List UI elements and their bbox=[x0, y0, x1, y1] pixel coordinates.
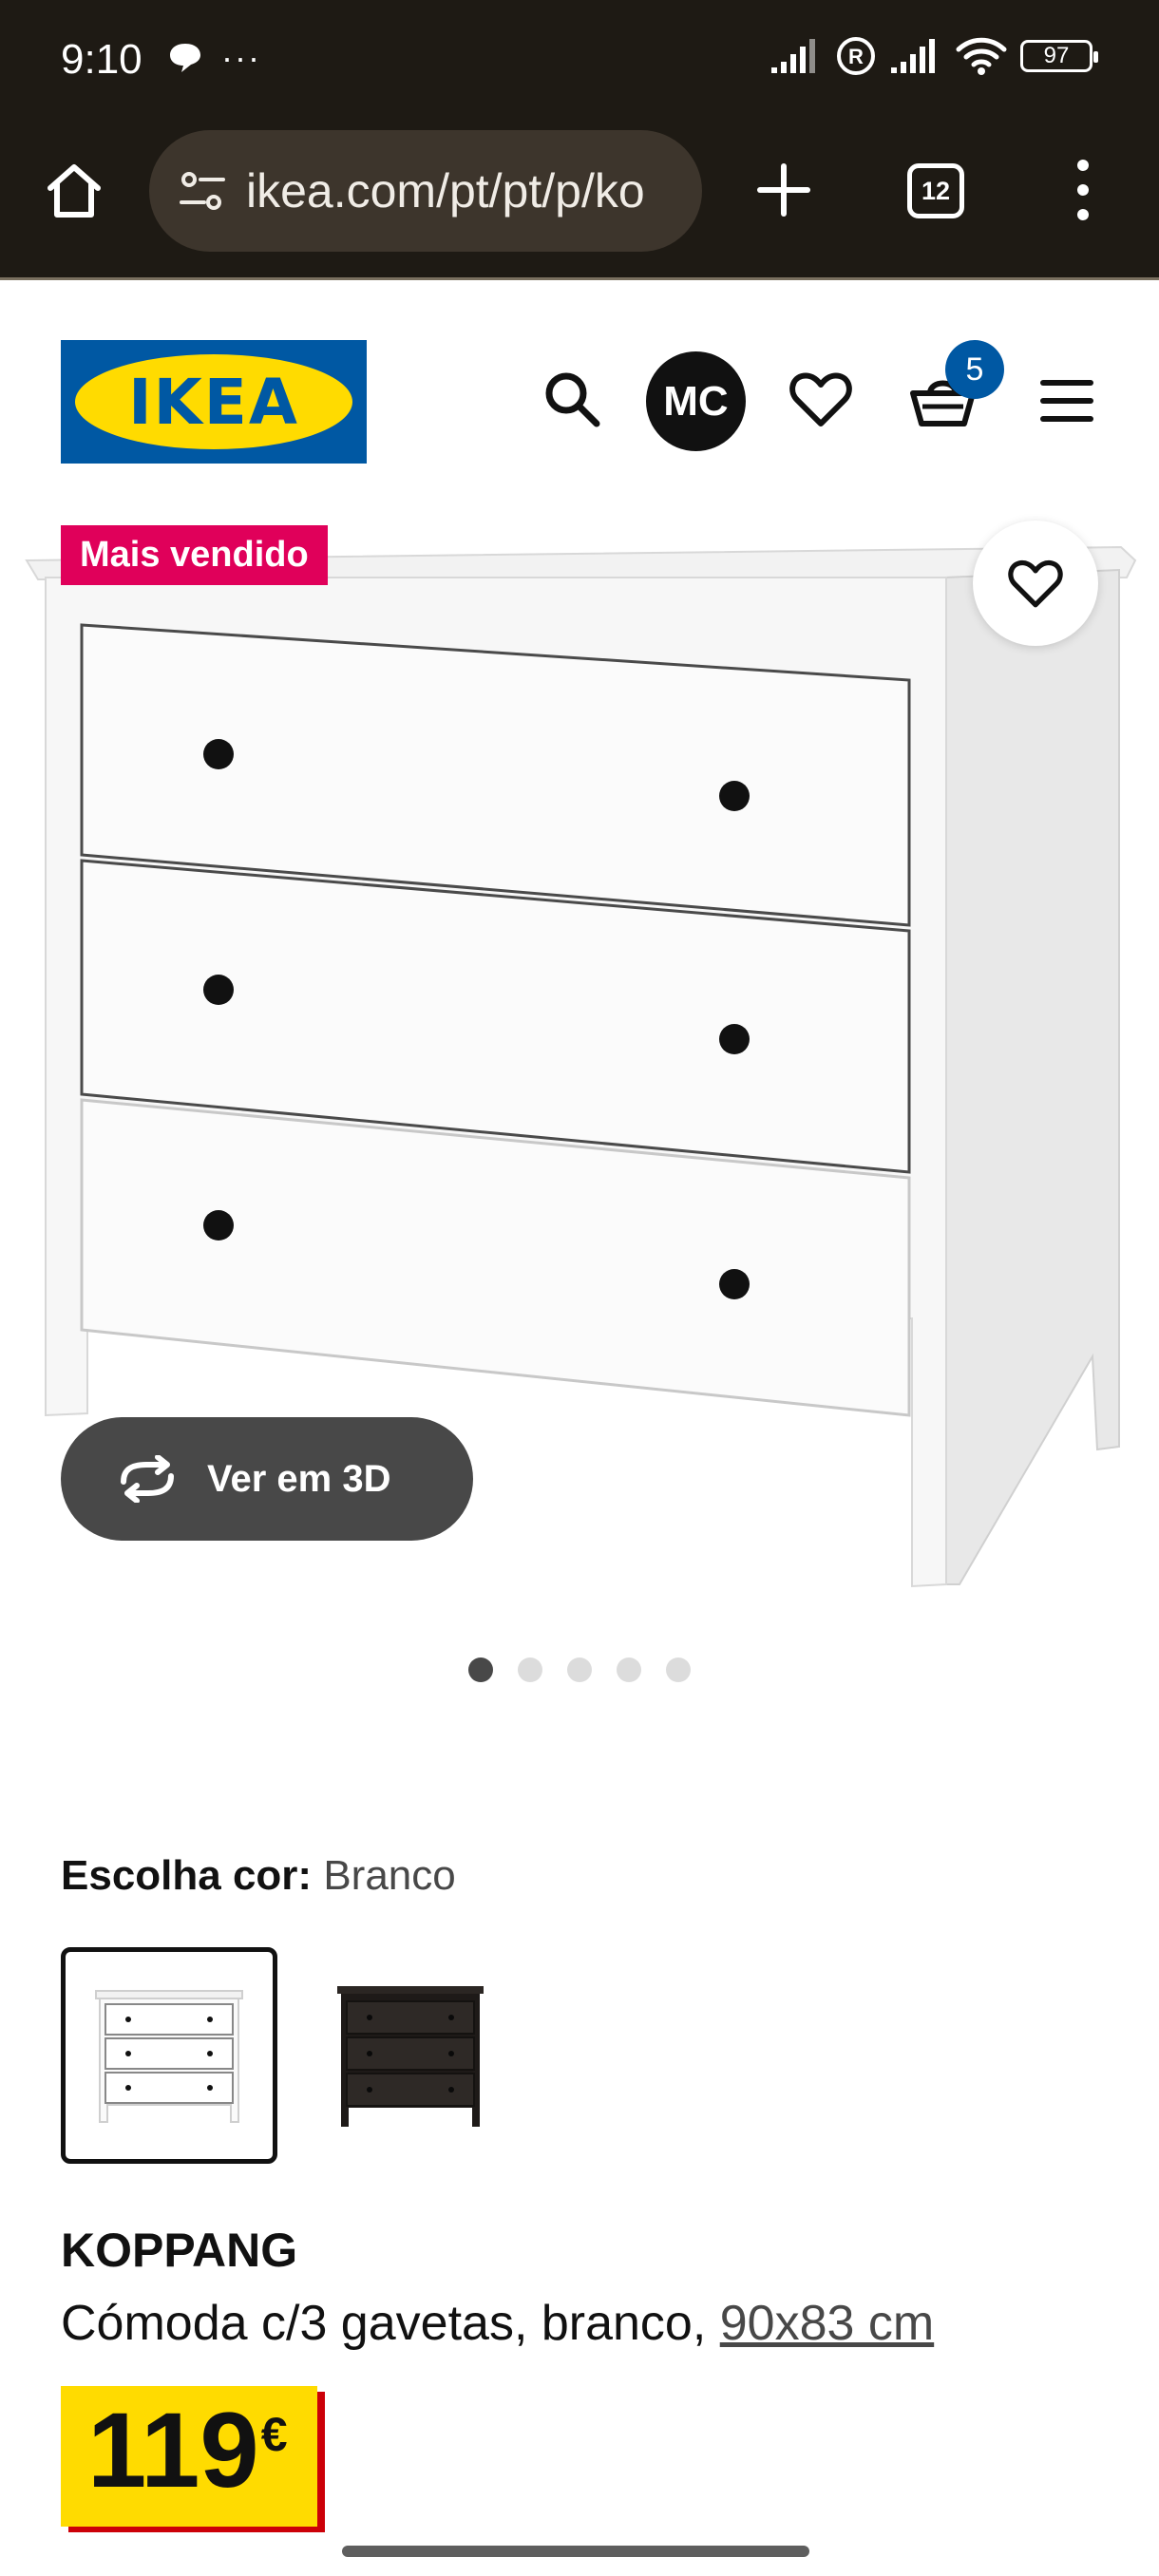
menu-hamburger-icon[interactable] bbox=[1040, 380, 1093, 422]
browser-menu-icon[interactable] bbox=[1064, 152, 1102, 228]
product-name: KOPPANG bbox=[61, 2224, 298, 2277]
roaming-icon: R bbox=[837, 37, 875, 75]
color-option-black-brown[interactable] bbox=[302, 1947, 519, 2164]
carousel-dot[interactable] bbox=[617, 1657, 641, 1682]
home-icon bbox=[48, 164, 101, 218]
price-currency: € bbox=[260, 2408, 288, 2461]
status-bar: 9:10 ··· R 97 bbox=[0, 0, 1159, 119]
status-time: 9:10 bbox=[61, 36, 142, 83]
view-in-3d-button[interactable]: Ver em 3D bbox=[61, 1417, 473, 1541]
search-icon[interactable] bbox=[542, 369, 602, 429]
site-header: IKEA MC 5 bbox=[0, 283, 1159, 521]
signal-icon-2 bbox=[891, 39, 935, 73]
favorites-heart-icon[interactable] bbox=[788, 367, 853, 431]
user-avatar[interactable]: MC bbox=[646, 351, 746, 451]
add-to-favorites-button[interactable] bbox=[973, 521, 1098, 646]
tab-count: 12 bbox=[921, 176, 951, 205]
more-notifications-icon: ··· bbox=[221, 38, 261, 77]
image-carousel-dots[interactable] bbox=[0, 1657, 1159, 1682]
black-dresser-thumbnail bbox=[337, 1986, 484, 2127]
carousel-dot[interactable] bbox=[518, 1657, 542, 1682]
status-notification-icons: ··· bbox=[166, 38, 261, 78]
ikea-logo[interactable]: IKEA bbox=[61, 340, 367, 464]
product-description: Cómoda c/3 gavetas, branco, 90x83 cm bbox=[61, 2295, 934, 2352]
address-bar[interactable]: ikea.com/pt/pt/p/ko bbox=[149, 130, 702, 252]
chat-bubble-icon bbox=[170, 44, 200, 72]
carousel-dot[interactable] bbox=[666, 1657, 691, 1682]
avatar-initials: MC bbox=[663, 377, 729, 425]
color-label: Escolha cor: bbox=[61, 1852, 313, 1899]
wifi-icon bbox=[956, 37, 1007, 75]
view-in-3d-label: Ver em 3D bbox=[207, 1457, 391, 1500]
battery-icon: 97 bbox=[1020, 40, 1098, 72]
status-right-icons: R 97 bbox=[770, 36, 1098, 76]
battery-level: 97 bbox=[1043, 43, 1070, 68]
rotate-3d-icon bbox=[121, 1455, 174, 1503]
carousel-dot[interactable] bbox=[468, 1657, 493, 1682]
color-value: Branco bbox=[323, 1852, 456, 1899]
signal-icon bbox=[771, 39, 815, 73]
product-dimensions-link[interactable]: 90x83 cm bbox=[720, 2296, 934, 2351]
heart-icon bbox=[1008, 559, 1063, 608]
tab-switcher-button[interactable]: 12 bbox=[907, 163, 964, 218]
carousel-dot[interactable] bbox=[567, 1657, 592, 1682]
url-text[interactable]: ikea.com/pt/pt/p/ko bbox=[246, 163, 645, 218]
price-value: 119 bbox=[87, 2391, 259, 2510]
browser-toolbar: ikea.com/pt/pt/p/ko 12 bbox=[0, 119, 1159, 280]
product-description-text: Cómoda c/3 gavetas, branco, bbox=[61, 2296, 720, 2351]
svg-text:R: R bbox=[848, 45, 864, 68]
white-dresser-thumbnail bbox=[95, 1990, 243, 2123]
browser-home-button[interactable] bbox=[40, 157, 108, 225]
new-tab-icon[interactable] bbox=[750, 157, 817, 223]
color-option-white[interactable] bbox=[61, 1947, 277, 2164]
price-tag: 119 € bbox=[61, 2386, 317, 2527]
cart-count: 5 bbox=[965, 350, 984, 388]
bestseller-badge: Mais vendido bbox=[61, 525, 328, 585]
color-chooser-label: Escolha cor: Branco bbox=[61, 1852, 456, 1900]
logo-wordmark: IKEA bbox=[128, 365, 299, 439]
site-settings-icon[interactable] bbox=[176, 164, 229, 218]
gesture-home-indicator[interactable] bbox=[342, 2546, 809, 2557]
cart-count-badge: 5 bbox=[945, 340, 1004, 399]
